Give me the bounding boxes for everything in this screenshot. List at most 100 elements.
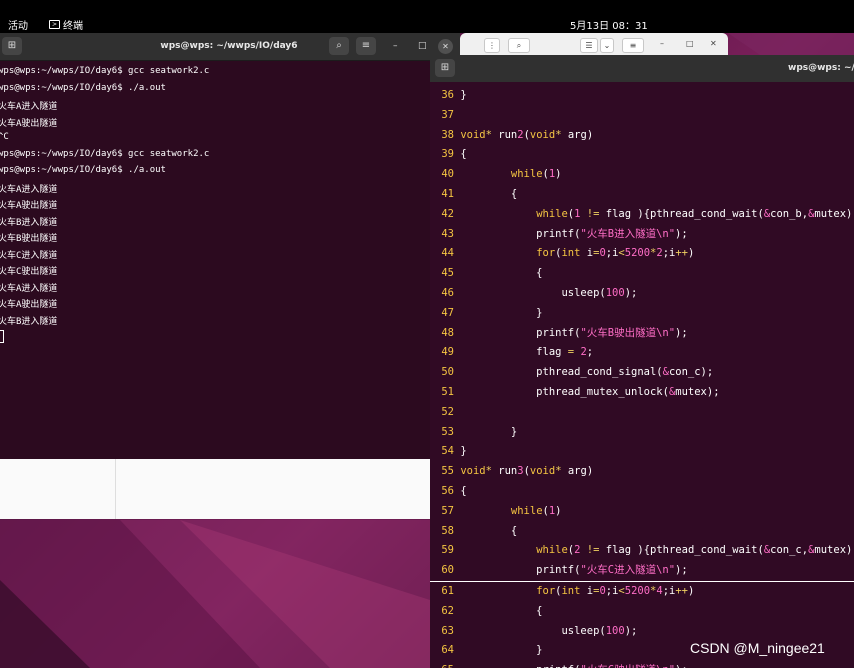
code-line[interactable]: 55 void* run3(void* arg) (430, 462, 854, 482)
code-line[interactable]: 65 printf("火车C驶出隧道\n"); (430, 661, 854, 668)
code-line[interactable]: 50 pthread_cond_signal(&con_c); (430, 363, 854, 383)
code-line[interactable]: 56 { (430, 482, 854, 502)
code-line[interactable]: 47 } (430, 304, 854, 324)
code-line[interactable]: 39 { (430, 145, 854, 165)
code-editor[interactable]: 36 } 37 38 void* run2(void* arg) 39 {40 wh… (430, 86, 854, 668)
terminal-titlebar[interactable]: ⊞ wps@wps: ~/wwps/IO/day6 ⌕ ≡ – □ ✕ (0, 33, 460, 61)
line-number: 44 (441, 247, 454, 260)
close-icon[interactable]: ✕ (438, 39, 453, 54)
line-number: 43 (441, 227, 454, 240)
terminal-output[interactable]: wps@wps:~/wwps/IO/day6$ gcc seatwork2.c w… (0, 66, 460, 347)
terminal-line: 火车B驶出隧道 (0, 234, 58, 244)
code-line[interactable]: 54 } (430, 442, 854, 462)
terminal-line: 火车A驶出隧道 (0, 201, 58, 211)
code-text: { (454, 148, 467, 161)
menu-icon[interactable]: ≡ (356, 37, 376, 55)
line-number: 53 (441, 425, 454, 438)
line-number: 51 (441, 385, 454, 398)
code-line[interactable]: 42 while(1 != flag ){pthread_cond_wait(&… (430, 205, 854, 225)
terminal-line: wps@wps:~/wwps/IO/day6$ gcc seatwork2.c (0, 66, 210, 76)
list-view-icon[interactable]: ☰ (580, 38, 598, 53)
code-text: while(1 != flag ){pthread_cond_wait(&con… (536, 207, 854, 220)
menu-icon[interactable]: ≡ (622, 38, 644, 53)
code-line[interactable]: 60 printf("火车C进入隧道\n"); (430, 561, 854, 582)
code-line[interactable]: 43 printf("火车B进入隧道\n"); (430, 225, 854, 245)
terminal-titlebar[interactable]: ⊞ wps@wps: ~/wwps/IO/day6 (430, 55, 854, 82)
code-line[interactable]: 49 flag = 2; (430, 343, 854, 363)
activities-button[interactable]: 活动 (8, 17, 28, 32)
code-line[interactable]: 57 while(1) (430, 502, 854, 522)
window-title: wps@wps: ~/wwps/IO/day6 (788, 63, 854, 73)
line-number: 41 (441, 187, 454, 200)
line-number: 57 (441, 504, 454, 517)
code-text: while(1) (510, 504, 562, 517)
search-icon[interactable]: ⌕ (329, 37, 349, 55)
terminal-prompt-line[interactable] (0, 330, 460, 347)
code-line[interactable]: 36 } (430, 86, 854, 106)
code-text: } (454, 425, 518, 438)
kebab-menu-icon[interactable]: ⋮ (484, 38, 500, 53)
terminal-window-left[interactable]: ⊞ wps@wps: ~/wwps/IO/day6 ⌕ ≡ – □ ✕ wps@… (0, 33, 460, 459)
top-bar: 活动 > 终端 5月13日 08：31 (0, 0, 854, 33)
code-text: printf("火车C驶出隧道\n"); (454, 664, 688, 668)
code-line[interactable]: 53 } (430, 423, 854, 443)
code-line[interactable]: 38 void* run2(void* arg) (430, 126, 854, 146)
terminal-line: 火车B进入隧道 (0, 217, 58, 228)
code-text: } (454, 445, 467, 458)
code-line[interactable]: 51 pthread_mutex_unlock(&mutex); (430, 383, 854, 403)
maximize-icon[interactable]: □ (686, 39, 694, 48)
code-line[interactable]: 41 { (430, 185, 854, 205)
terminal-line: 火车A驶出隧道 (0, 118, 58, 129)
code-line[interactable]: 61 for(int i=0;i<5200*4;i++) (430, 582, 854, 602)
search-icon[interactable]: ⌕ (508, 38, 530, 53)
terminal-line: 火车A驶出隧道 (0, 300, 58, 310)
terminal-window-right[interactable]: ⊞ wps@wps: ~/wwps/IO/day6 36 }37 38 void… (430, 55, 854, 668)
app-menu[interactable]: > 终端 (49, 17, 83, 32)
line-number: 40 (441, 168, 454, 181)
code-line[interactable]: 63 usleep(100); (430, 622, 854, 642)
maximize-icon[interactable]: □ (418, 41, 427, 51)
code-text: } (454, 644, 543, 657)
line-number: 55 (441, 465, 454, 478)
line-number: 45 (441, 267, 454, 280)
code-text: } (454, 306, 543, 319)
code-line[interactable]: 48 printf("火车B驶出隧道\n"); (430, 324, 854, 344)
window-title: wps@wps: ~/wwps/IO/day6 (160, 41, 298, 51)
line-number: 60 (441, 564, 454, 577)
line-number: 47 (441, 306, 454, 319)
code-line[interactable]: 45 { (430, 264, 854, 284)
code-line[interactable]: 44 for(int i=0;i<5200*2;i++) (430, 244, 854, 264)
clock[interactable]: 5月13日 08：31 (570, 17, 648, 32)
line-number: 50 (441, 366, 454, 379)
code-text: } (454, 89, 467, 101)
minimize-icon[interactable]: – (393, 41, 398, 51)
line-number: 61 (441, 584, 454, 597)
code-text: { (454, 267, 543, 280)
code-line[interactable]: 58 { (430, 522, 854, 542)
minimize-icon[interactable]: – (660, 39, 664, 48)
code-text: flag = 2; (454, 346, 594, 359)
code-text: usleep(100); (454, 624, 638, 637)
close-icon[interactable]: ✕ (710, 39, 717, 48)
file-manager-pane[interactable] (0, 459, 430, 519)
line-number: 42 (441, 207, 454, 220)
code-line[interactable]: 37 (430, 106, 854, 126)
code-text: pthread_mutex_unlock(&mutex); (454, 385, 720, 398)
code-line[interactable]: 40 while(1) (430, 165, 854, 185)
code-line[interactable]: 62 { (430, 602, 854, 622)
line-number: 52 (441, 405, 454, 418)
terminal-line: 火车C进入隧道 (0, 250, 58, 261)
code-text: printf("火车B驶出隧道\n"); (454, 326, 688, 339)
code-text: pthread_cond_signal(&con_c); (454, 366, 714, 379)
new-tab-icon[interactable]: ⊞ (435, 59, 455, 77)
code-line[interactable]: 46 usleep(100); (430, 284, 854, 304)
code-text: while(2 != flag ){pthread_cond_wait(&con… (536, 544, 854, 557)
code-line[interactable]: 59 while(2 != flag ){pthread_cond_wait(&… (430, 541, 854, 561)
line-number: 39 (441, 148, 454, 161)
code-line[interactable]: 52 (430, 403, 854, 423)
line-number: 36 (441, 89, 454, 101)
chevron-down-icon[interactable]: ⌄ (600, 38, 614, 53)
code-text: printf("火车C进入隧道\n"); (454, 564, 688, 577)
background-window-headerbar[interactable]: ⋮ ⌕ ☰ ⌄ ≡ – □ ✕ (460, 33, 728, 55)
